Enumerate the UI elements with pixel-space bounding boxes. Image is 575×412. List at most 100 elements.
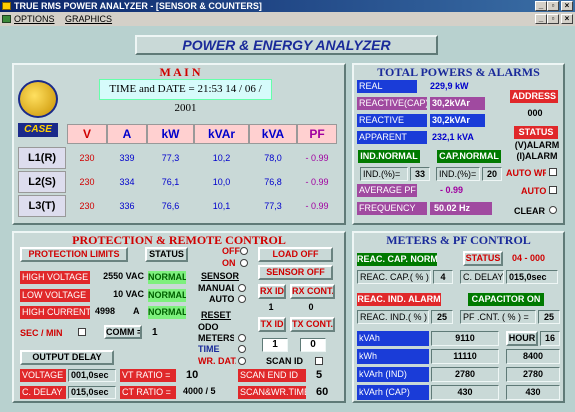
kvarh-cap-value: 430 bbox=[431, 385, 499, 400]
on-label: ON bbox=[222, 258, 236, 268]
mdi-close-icon[interactable]: × bbox=[561, 14, 573, 24]
header-v: V bbox=[67, 124, 107, 144]
rx-cont-button[interactable]: RX CONT. bbox=[290, 284, 335, 299]
ind-normal-badge: IND.NORMAL bbox=[358, 150, 420, 163]
mdi-minimize-icon[interactable]: _ bbox=[535, 14, 547, 24]
window-controls: _ ▫ × bbox=[535, 1, 573, 11]
load-off-button[interactable]: LOAD OFF bbox=[258, 247, 333, 262]
kvarh-ind-label: kVArh (IND) bbox=[357, 367, 429, 382]
reac-ind-pct-label: REAC. IND.( % ) = bbox=[357, 310, 429, 324]
kvah-label: kVAh bbox=[357, 331, 429, 346]
tx-id-button[interactable]: TX ID bbox=[258, 317, 286, 332]
off-radio[interactable] bbox=[240, 247, 248, 255]
row-label-l2: L2(S) bbox=[18, 171, 66, 193]
scan-end-id-label: SCAN END ID bbox=[238, 369, 306, 382]
manual-radio[interactable] bbox=[238, 284, 246, 292]
comm-button[interactable]: COMM = bbox=[104, 325, 142, 339]
real-label: REAL bbox=[357, 80, 417, 93]
scan-id-checkbox[interactable] bbox=[315, 357, 323, 365]
sec-min-label: SEC / MIN bbox=[20, 328, 63, 338]
vt-ratio-value[interactable]: 10 bbox=[186, 369, 216, 381]
address-value: 000 bbox=[527, 108, 543, 118]
cell-a: 334 bbox=[119, 177, 135, 187]
meters-radio[interactable] bbox=[238, 334, 246, 342]
scan-wr-time-value[interactable]: 60 bbox=[316, 386, 334, 398]
cell-v: 230 bbox=[79, 153, 95, 163]
status-line1: (V)ALARM bbox=[514, 140, 560, 150]
hour-button[interactable]: HOUR bbox=[506, 331, 538, 346]
wr-data-radio[interactable] bbox=[238, 357, 246, 365]
status-button[interactable]: STATUS bbox=[145, 247, 188, 262]
status-badge: STATUS bbox=[514, 126, 558, 139]
odo-label: ODO bbox=[198, 322, 219, 332]
reac-cap-pct-label: REAC. CAP.( % ) = bbox=[357, 270, 431, 284]
auto-checkbox[interactable] bbox=[549, 186, 557, 194]
scan-wr-time-label: SCAN&WR.TIME bbox=[238, 386, 306, 399]
voltage-delay-value[interactable]: 001,0sec bbox=[68, 369, 116, 382]
meters-label: METERS bbox=[198, 333, 234, 343]
high-voltage-status: NORMAL bbox=[148, 271, 186, 284]
avg-pf-value: - 0.99 bbox=[440, 185, 464, 195]
high-current-status: NORMAL bbox=[148, 306, 186, 319]
window-title: TRUE RMS POWER ANALYZER - [SENSOR & COUN… bbox=[14, 1, 262, 11]
protection-limits-button[interactable]: PROTECTION LIMITS bbox=[20, 247, 128, 262]
reset-label: RESET bbox=[201, 310, 231, 320]
tx-id-input[interactable]: 1 bbox=[262, 338, 288, 352]
c-delay-value[interactable]: 015,0sec bbox=[68, 386, 116, 399]
meters-cdelay-value[interactable]: 015,0sec bbox=[506, 270, 558, 284]
auto-label: AUTO bbox=[521, 186, 546, 196]
menu-graphics[interactable]: GRAPHICS bbox=[65, 14, 112, 24]
auto-radio[interactable] bbox=[238, 295, 246, 303]
restore-icon[interactable]: ▫ bbox=[547, 1, 559, 11]
ind-pct-label: IND.(%)= bbox=[360, 167, 408, 181]
cell-kw: 76,6 bbox=[161, 201, 180, 211]
sensor-off-button[interactable]: SENSOR OFF bbox=[258, 265, 333, 280]
cell-kva: 77,3 bbox=[264, 201, 282, 211]
ct-ratio-value[interactable]: 4000 / 5 bbox=[183, 386, 233, 396]
output-delay-button[interactable]: OUTPUT DELAY bbox=[20, 350, 114, 365]
on-radio[interactable] bbox=[240, 259, 248, 267]
cell-v: 230 bbox=[79, 201, 95, 211]
frequency-value: 50.02 Hz bbox=[430, 202, 492, 215]
capacitor-on-badge: CAPACITOR ON bbox=[468, 293, 544, 306]
clear-radio[interactable] bbox=[549, 206, 557, 214]
meters-status-button[interactable]: STATUS bbox=[463, 251, 503, 266]
auto-mode-label: AUTO bbox=[209, 294, 235, 304]
sec-min-checkbox[interactable] bbox=[78, 328, 86, 336]
logo-text: CASE bbox=[18, 123, 58, 137]
tx-cont-button[interactable]: TX CONT. bbox=[290, 317, 335, 332]
comm-value: 1 bbox=[152, 327, 158, 338]
rx-cont-value: 0 bbox=[308, 302, 314, 312]
auto-wr-checkbox[interactable] bbox=[549, 168, 557, 176]
low-voltage-value[interactable]: 10 VAC bbox=[94, 289, 144, 299]
tx-cont-input[interactable]: 0 bbox=[300, 338, 326, 352]
cell-kw: 76,1 bbox=[161, 177, 180, 187]
reac-ind-pct-value[interactable]: 25 bbox=[431, 310, 453, 324]
kvarh-cap-label: kVArh (CAP) bbox=[357, 385, 429, 400]
cell-a: 339 bbox=[119, 153, 135, 163]
cell-kva: 76,8 bbox=[264, 177, 282, 187]
pf-cnt-value[interactable]: 25 bbox=[538, 310, 560, 324]
address-badge: ADDRESS bbox=[510, 90, 558, 103]
rx-id-value: 1 bbox=[268, 302, 274, 312]
close-icon[interactable]: × bbox=[561, 1, 573, 11]
high-current-value[interactable]: 4998 bbox=[95, 306, 125, 316]
minimize-icon[interactable]: _ bbox=[535, 1, 547, 11]
apparent-label: APPARENT bbox=[357, 131, 427, 144]
scan-end-id-value[interactable]: 5 bbox=[316, 369, 328, 381]
app-icon bbox=[2, 2, 11, 10]
reac-cap-pct-value[interactable]: 4 bbox=[433, 270, 453, 284]
kvarh-ind-right-value: 2780 bbox=[506, 367, 560, 382]
mdi-restore-icon[interactable]: ▫ bbox=[547, 14, 559, 24]
rx-id-button[interactable]: RX ID bbox=[258, 284, 286, 299]
header-kva: kVA bbox=[249, 124, 297, 144]
menu-options[interactable]: OPTIONS bbox=[14, 14, 55, 24]
time-radio[interactable] bbox=[238, 345, 246, 353]
high-voltage-value[interactable]: 2550 VAC bbox=[94, 271, 144, 281]
meters-title: METERS & PF CONTROL bbox=[386, 233, 531, 247]
kwh-value: 11110 bbox=[431, 349, 499, 364]
cell-pf: - 0.99 bbox=[305, 201, 329, 211]
cell-pf: - 0.99 bbox=[305, 177, 329, 187]
header-kvar: kVAr bbox=[194, 124, 249, 144]
header-pf: PF bbox=[297, 124, 337, 144]
